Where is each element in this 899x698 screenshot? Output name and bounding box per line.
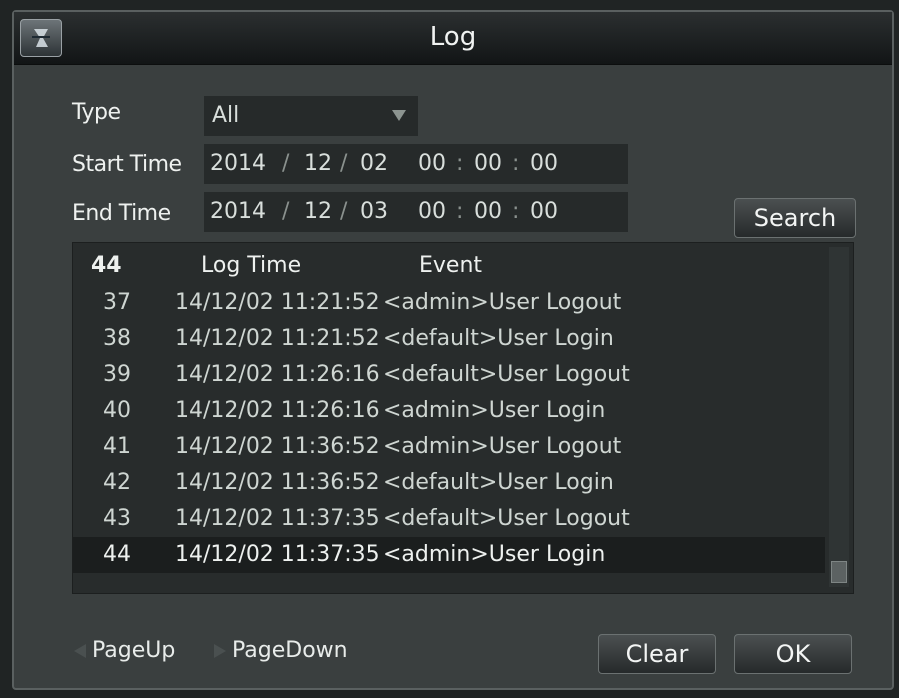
table-row[interactable]: 42 14/12/02 11:36:52 <default>User Login: [73, 465, 825, 501]
row-event: <default>User Logout: [383, 506, 630, 531]
time-separator: :: [456, 199, 464, 224]
date-separator: /: [282, 151, 290, 176]
row-time: 14/12/02 11:21:52: [175, 326, 380, 351]
table-row-selected[interactable]: 44 14/12/02 11:37:35 <admin>User Login: [73, 537, 825, 573]
end-time-label: End Time: [72, 201, 171, 226]
page-up-arrow-icon: [74, 644, 86, 658]
row-time: 14/12/02 11:36:52: [175, 470, 380, 495]
page-down-arrow-icon: [214, 644, 226, 658]
row-time: 14/12/02 11:37:35: [175, 542, 380, 567]
date-separator: /: [340, 199, 348, 224]
row-event: <default>User Logout: [383, 362, 630, 387]
row-number: 39: [103, 362, 131, 387]
row-number: 38: [103, 326, 131, 351]
row-number: 43: [103, 506, 131, 531]
type-label: Type: [72, 100, 121, 125]
page-down-button[interactable]: PageDown: [214, 638, 348, 663]
end-month[interactable]: 12: [304, 199, 332, 224]
table-row[interactable]: 37 14/12/02 11:21:52 <admin>User Logout: [73, 285, 825, 321]
end-minute[interactable]: 00: [474, 199, 502, 224]
chevron-down-icon: [392, 110, 406, 121]
row-number: 44: [103, 542, 131, 567]
table-row[interactable]: 40 14/12/02 11:26:16 <admin>User Login: [73, 393, 825, 429]
title-bar: Log: [14, 12, 892, 65]
start-year[interactable]: 2014: [210, 151, 266, 176]
end-hour[interactable]: 00: [418, 199, 446, 224]
dialog-title: Log: [429, 22, 477, 52]
column-header-log-time: Log Time: [201, 253, 302, 278]
date-separator: /: [282, 199, 290, 224]
table-row[interactable]: 39 14/12/02 11:26:16 <default>User Logou…: [73, 357, 825, 393]
type-value: All: [212, 103, 240, 128]
start-second[interactable]: 00: [530, 151, 558, 176]
row-time: 14/12/02 11:36:52: [175, 434, 380, 459]
scrollbar-thumb[interactable]: [831, 561, 847, 583]
row-time: 14/12/02 11:21:52: [175, 290, 380, 315]
end-time-field[interactable]: 2014 / 12 / 03 00 : 00 : 00: [204, 192, 628, 232]
start-time-label: Start Time: [72, 152, 182, 177]
row-event: <admin>User Logout: [383, 434, 622, 459]
page-up-label: PageUp: [92, 638, 176, 663]
row-number: 42: [103, 470, 131, 495]
end-day[interactable]: 03: [360, 199, 388, 224]
row-time: 14/12/02 11:26:16: [175, 398, 380, 423]
clear-button[interactable]: Clear: [598, 634, 716, 674]
time-separator: :: [512, 199, 520, 224]
table-row[interactable]: 38 14/12/02 11:21:52 <default>User Login: [73, 321, 825, 357]
row-number: 37: [103, 290, 131, 315]
end-year[interactable]: 2014: [210, 199, 266, 224]
row-event: <admin>User Logout: [383, 290, 622, 315]
date-separator: /: [340, 151, 348, 176]
row-time: 14/12/02 11:37:35: [175, 506, 380, 531]
log-list: 44 Log Time Event 37 14/12/02 11:21:52 <…: [72, 242, 854, 594]
table-row[interactable]: 41 14/12/02 11:36:52 <admin>User Logout: [73, 429, 825, 465]
start-day[interactable]: 02: [360, 151, 388, 176]
time-separator: :: [512, 151, 520, 176]
row-time: 14/12/02 11:26:16: [175, 362, 380, 387]
log-count: 44: [91, 253, 122, 278]
start-month[interactable]: 12: [304, 151, 332, 176]
row-event: <default>User Login: [383, 326, 614, 351]
row-event: <admin>User Login: [383, 542, 606, 567]
time-separator: :: [456, 151, 464, 176]
log-dialog: Log Type All Start Time 2014 / 12 / 02 0…: [12, 10, 894, 690]
start-time-field[interactable]: 2014 / 12 / 02 00 : 00 : 00: [204, 144, 628, 184]
list-scrollbar[interactable]: [829, 247, 849, 587]
end-second[interactable]: 00: [530, 199, 558, 224]
row-number: 41: [103, 434, 131, 459]
ok-button[interactable]: OK: [734, 634, 852, 674]
page-up-button[interactable]: PageUp: [74, 638, 175, 663]
table-row[interactable]: 43 14/12/02 11:37:35 <default>User Logou…: [73, 501, 825, 537]
start-minute[interactable]: 00: [474, 151, 502, 176]
row-event: <default>User Login: [383, 470, 614, 495]
type-dropdown[interactable]: All: [204, 96, 418, 136]
start-hour[interactable]: 00: [418, 151, 446, 176]
column-header-event: Event: [419, 253, 483, 278]
row-event: <admin>User Login: [383, 398, 606, 423]
search-button[interactable]: Search: [734, 198, 856, 238]
row-number: 40: [103, 398, 131, 423]
page-down-label: PageDown: [232, 638, 348, 663]
